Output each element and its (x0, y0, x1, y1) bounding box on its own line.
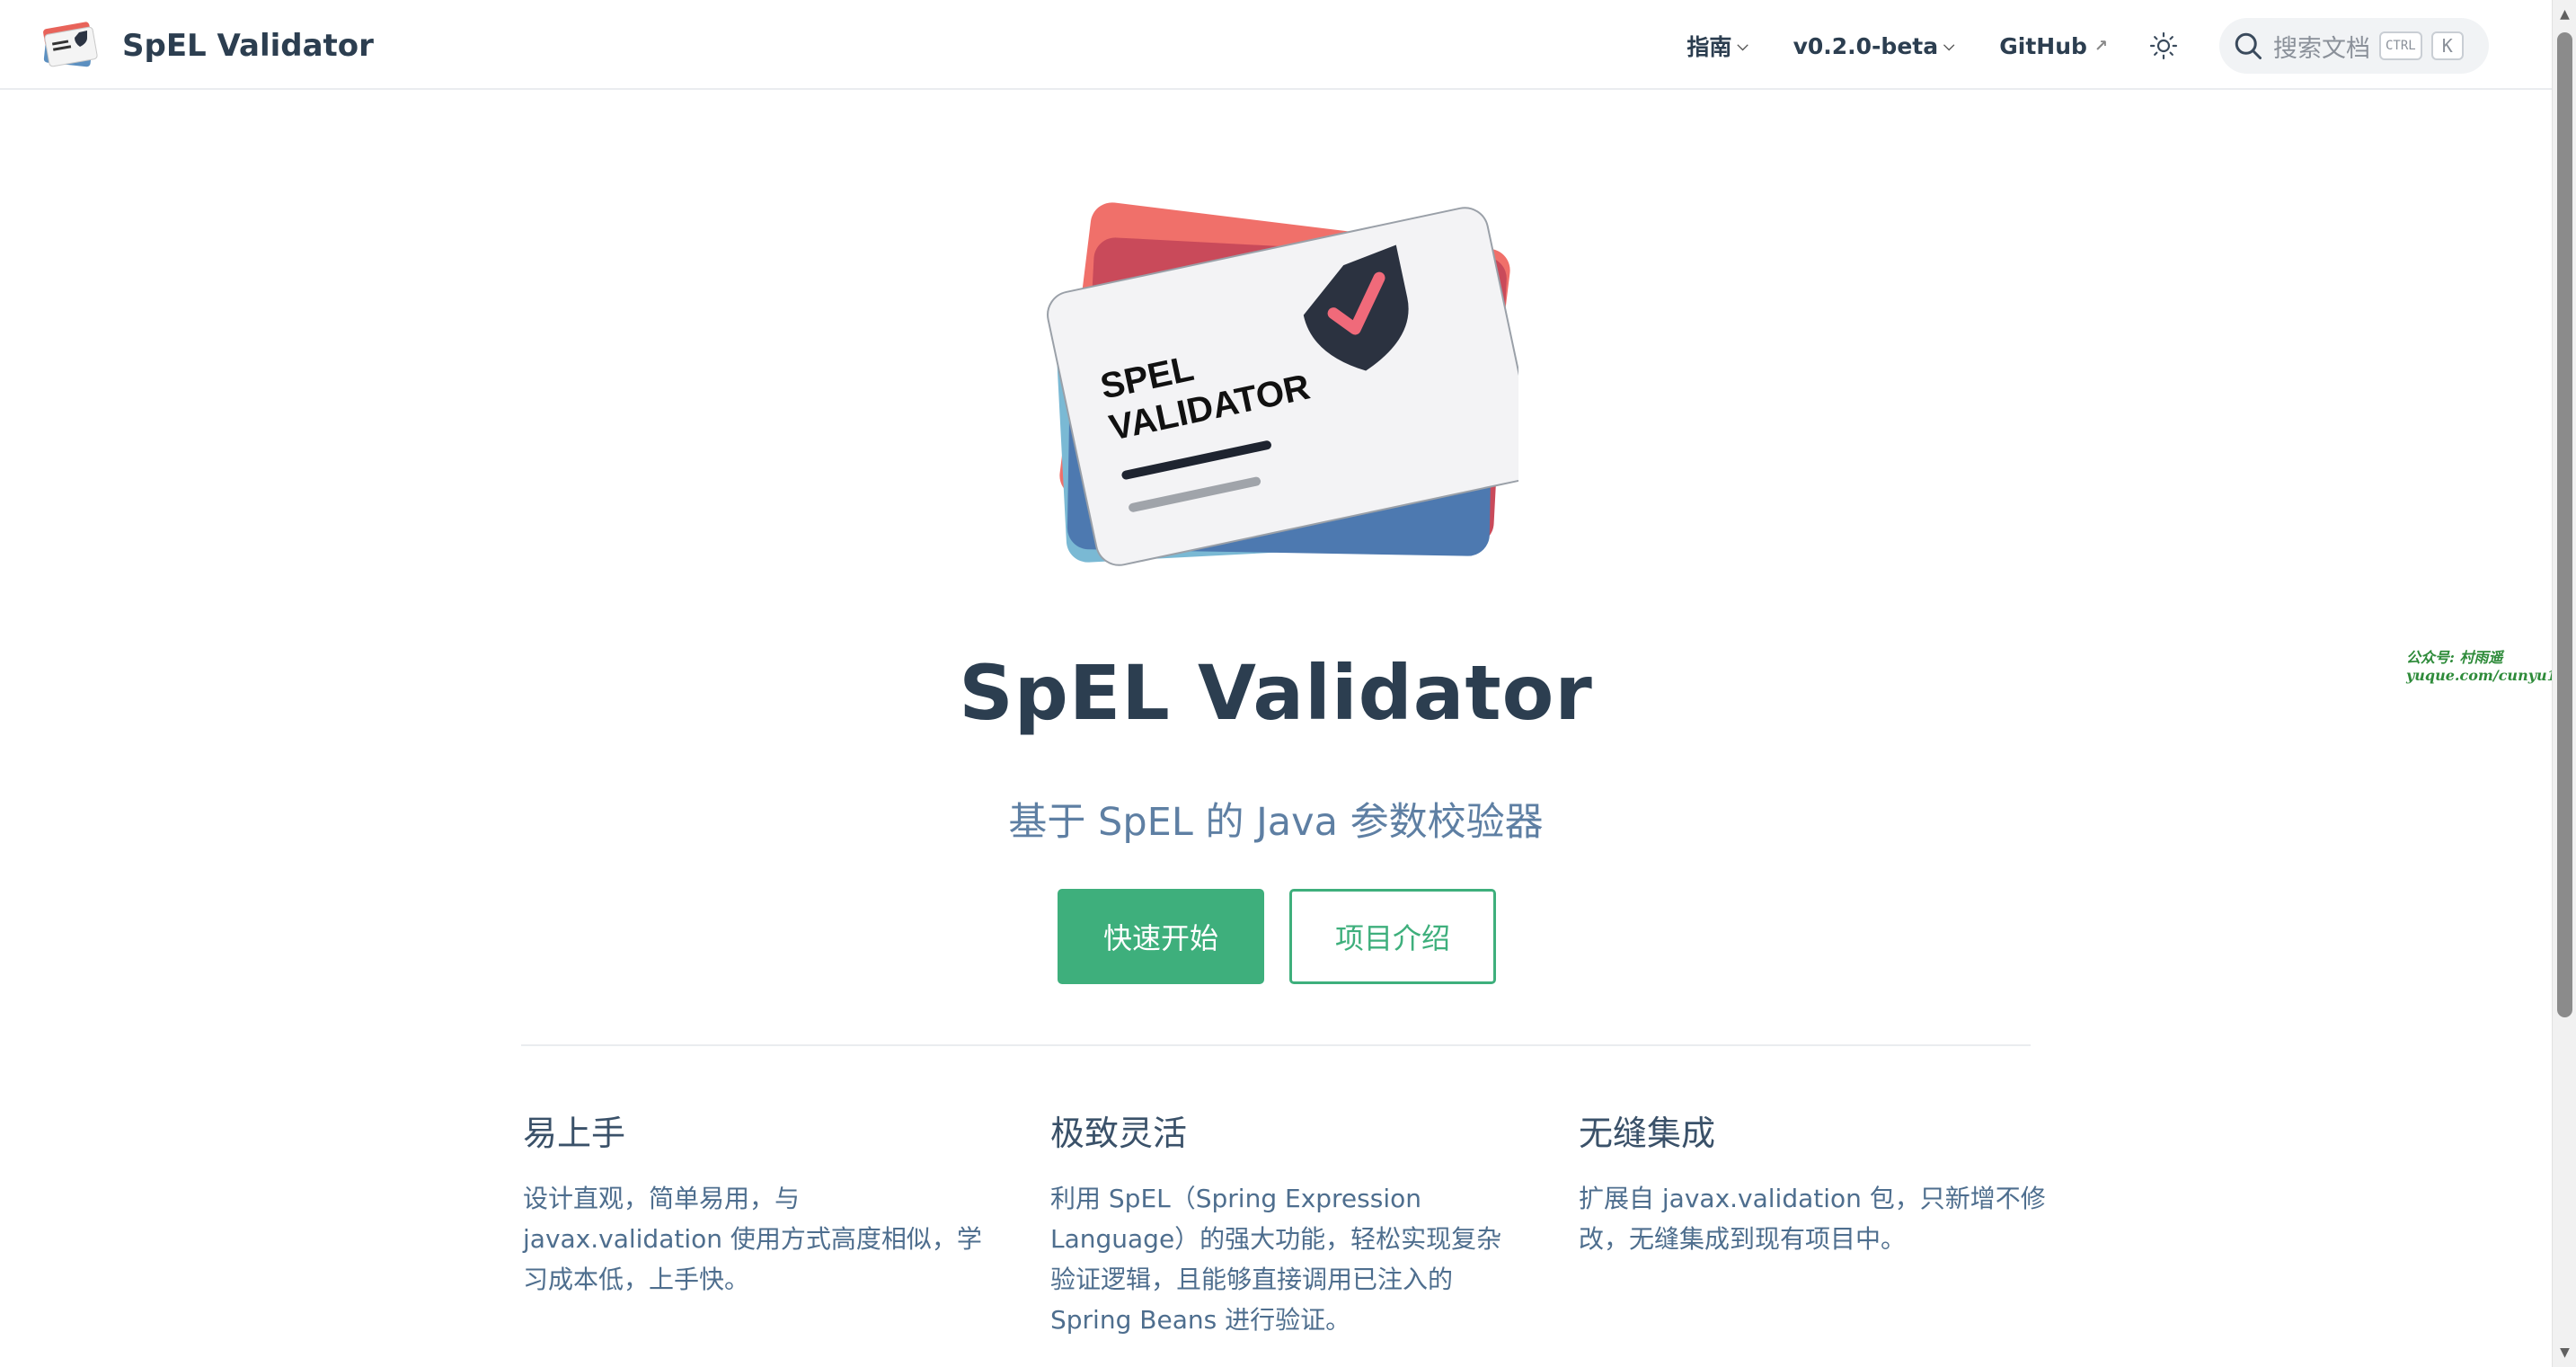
project-intro-button[interactable]: 项目介绍 (1289, 889, 1496, 984)
scroll-down-arrow-icon[interactable]: ▼ (2553, 1342, 2576, 1363)
nav-guide-label: 指南 (1686, 34, 1732, 60)
scroll-up-arrow-icon[interactable]: ▲ (2553, 4, 2576, 25)
nav-version-label: v0.2.0-beta (1793, 32, 1939, 59)
search-icon (2235, 32, 2262, 59)
feature-details: 利用 SpEL（Spring Expression Language）的强大功能… (1050, 1184, 1502, 1335)
feature-easy: 易上手 设计直观，简单易用，与 javax.validation 使用方式高度相… (523, 1105, 990, 1300)
brand-name: SpEL Validator (122, 28, 374, 64)
hero-actions: 快速开始 项目介绍 (1058, 889, 1496, 984)
navbar: SpEL Validator 指南 ⌵ v0.2.0-beta ⌵ GitHub… (0, 0, 2552, 90)
scrollbar-thumb[interactable] (2557, 32, 2572, 1017)
page: SpEL Validator 指南 ⌵ v0.2.0-beta ⌵ GitHub… (0, 0, 2576, 1367)
chevron-down-icon: ⌵ (1943, 37, 1955, 54)
feature-title: 易上手 (523, 1114, 626, 1153)
feature-details: 扩展自 javax.validation 包，只新增不修改，无缝集成到现有项目中… (1579, 1184, 2046, 1254)
watermark-line1: 公众号: 村雨遥 (2406, 649, 2503, 666)
hero-title: SpEL Validator (959, 649, 1593, 737)
search-button[interactable]: 搜索文档 CTRL K (2219, 18, 2489, 74)
nav-menu: 指南 ⌵ v0.2.0-beta ⌵ GitHub ↗ 搜索文档 CTRL K (1642, 18, 2489, 74)
nav-github-link[interactable]: GitHub ↗ (1999, 33, 2108, 59)
scrollbar[interactable]: ▲ ▼ (2552, 0, 2576, 1367)
search-placeholder: 搜索文档 (2273, 34, 2370, 63)
theme-toggle-button[interactable] (2144, 26, 2183, 66)
feature-details: 设计直观，简单易用，与 javax.validation 使用方式高度相似，学习… (523, 1184, 982, 1294)
watermark: 公众号: 村雨遥 yuque.com/cunyu1943 (2406, 649, 2576, 685)
get-started-button[interactable]: 快速开始 (1058, 889, 1264, 984)
nav-github-label: GitHub (1999, 32, 2087, 59)
nav-guide-dropdown[interactable]: 指南 ⌵ (1686, 30, 1748, 62)
feature-title: 极致灵活 (1050, 1114, 1188, 1153)
feature-title: 无缝集成 (1579, 1114, 1716, 1153)
nav-version-dropdown[interactable]: v0.2.0-beta ⌵ (1793, 33, 1955, 59)
watermark-line2: yuque.com/cunyu1943 (2406, 667, 2576, 684)
brand-logo-icon (43, 22, 98, 67)
kbd-ctrl: CTRL (2379, 31, 2422, 60)
feature-integration: 无缝集成 扩展自 javax.validation 包，只新增不修改，无缝集成到… (1579, 1105, 2046, 1259)
chevron-down-icon: ⌵ (1737, 37, 1748, 54)
hero-tagline: 基于 SpEL 的 Java 参数校验器 (1008, 800, 1544, 845)
external-link-icon: ↗ (2094, 36, 2108, 56)
brand-home-link[interactable]: SpEL Validator (40, 22, 374, 70)
feature-flexible: 极致灵活 利用 SpEL（Spring Expression Language）… (1050, 1105, 1518, 1340)
section-divider (521, 1044, 2031, 1046)
kbd-k: K (2430, 31, 2464, 60)
hero-logo-image: SPEL VALIDATOR (1047, 202, 1518, 566)
sun-icon (2149, 31, 2178, 60)
